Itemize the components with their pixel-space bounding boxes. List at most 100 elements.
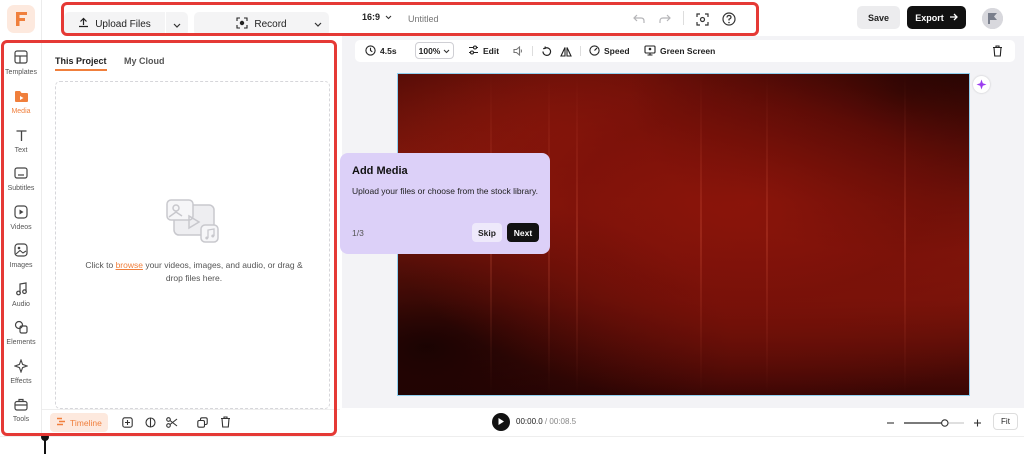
rail-item-label: Tools	[12, 416, 30, 423]
timeline-zoom-control	[886, 416, 986, 428]
rail-item-videos[interactable]: Videos	[0, 203, 42, 239]
skip-button[interactable]: Skip	[472, 223, 502, 242]
rail-item-label: Elements	[6, 339, 36, 346]
rail-item-label: Media	[11, 108, 31, 115]
duration-value: 4.5s	[380, 46, 397, 56]
help-icon[interactable]	[720, 10, 738, 28]
record-button[interactable]: Record	[194, 12, 329, 36]
current-time: 00:00.0	[516, 417, 543, 426]
text-icon	[12, 126, 30, 144]
media-dropzone[interactable]: Click to browse your videos, images, and…	[55, 81, 330, 409]
timeline-icon	[56, 417, 66, 428]
upload-files-label: Upload Files	[95, 18, 151, 30]
split-icon[interactable]	[143, 415, 157, 429]
arrow-right-icon	[949, 13, 958, 23]
sliders-icon	[468, 45, 479, 57]
videos-icon	[12, 203, 30, 221]
aspect-ratio-selector[interactable]: 16:9	[362, 12, 392, 22]
redo-icon[interactable]	[656, 10, 674, 28]
rail-item-label: Text	[14, 147, 28, 154]
effects-icon	[12, 357, 30, 375]
record-label: Record	[254, 18, 287, 30]
chevron-down-icon	[314, 19, 322, 30]
browse-link[interactable]: browse	[116, 260, 143, 270]
chevron-down-icon	[173, 15, 181, 33]
rail-item-audio[interactable]: Audio	[0, 280, 42, 316]
undo-icon[interactable]	[630, 10, 648, 28]
duration-control[interactable]: 4.5s	[365, 44, 397, 58]
zoom-value: 100%	[418, 45, 441, 56]
rail-item-subtitles[interactable]: Subtitles	[0, 164, 42, 200]
scissors-icon[interactable]	[165, 415, 179, 429]
rail-item-images[interactable]: Images	[0, 241, 42, 277]
zoom-slider-handle[interactable]	[941, 419, 949, 427]
delete-icon[interactable]	[218, 415, 232, 429]
project-title-input[interactable]	[408, 11, 588, 27]
add-clip-icon[interactable]	[120, 415, 134, 429]
toolbar-divider	[683, 11, 684, 25]
dropzone-text-start: Click to	[85, 260, 116, 270]
chevron-down-icon	[443, 46, 450, 56]
upload-icon	[78, 17, 89, 31]
tooltip-body: Upload your files or choose from the sto…	[352, 186, 538, 196]
tools-icon	[12, 395, 30, 413]
editor-root: Templates Media Text Subtitles Videos Im…	[0, 0, 1024, 454]
upload-files-button[interactable]: Upload Files	[64, 12, 165, 36]
clock-icon	[365, 44, 376, 58]
tab-my-cloud[interactable]: My Cloud	[124, 56, 165, 66]
volume-icon[interactable]	[513, 44, 524, 58]
screenshot-icon[interactable]	[693, 10, 711, 28]
rail-item-templates[interactable]: Templates	[0, 48, 42, 84]
toolbar-divider	[532, 46, 533, 56]
toolbar-divider	[580, 46, 581, 56]
chevron-down-icon	[385, 12, 392, 22]
total-time: 00:08.5	[549, 417, 577, 426]
flexclip-logo-icon[interactable]	[7, 5, 35, 33]
play-icon	[497, 413, 505, 431]
edit-label: Edit	[483, 46, 500, 56]
avatar[interactable]	[982, 8, 1003, 29]
zoom-select[interactable]: 100%	[415, 42, 454, 59]
timeline-area[interactable]	[0, 436, 1024, 454]
elements-icon	[12, 318, 30, 336]
edit-button[interactable]: Edit	[468, 44, 499, 58]
save-button[interactable]: Save	[857, 6, 900, 29]
green-screen-icon	[644, 44, 656, 58]
next-button[interactable]: Next	[507, 223, 539, 242]
rail-item-media[interactable]: Media	[0, 87, 42, 123]
zoom-in-icon[interactable]	[974, 419, 981, 427]
flip-icon[interactable]	[560, 44, 572, 58]
play-button[interactable]	[492, 413, 510, 431]
playback-time: 00:00.0 / 00:08.5	[516, 417, 576, 426]
timeline-toggle-button[interactable]: Timeline	[50, 413, 108, 432]
rail-item-effects[interactable]: Effects	[0, 357, 42, 393]
ai-magic-icon[interactable]	[973, 76, 990, 93]
audio-icon	[12, 280, 30, 298]
green-screen-label: Green Screen	[660, 46, 716, 56]
rail-item-elements[interactable]: Elements	[0, 318, 42, 354]
green-screen-button[interactable]: Green Screen	[644, 44, 715, 58]
rail-item-label: Effects	[10, 378, 32, 385]
timeline-label: Timeline	[70, 417, 102, 428]
playhead-handle[interactable]	[41, 433, 49, 441]
trash-icon[interactable]	[992, 44, 1003, 58]
rail-item-label: Templates	[5, 69, 37, 76]
speed-button[interactable]: Speed	[589, 44, 630, 58]
rotate-icon[interactable]	[541, 44, 552, 58]
dropzone-instructions: Click to browse your videos, images, and…	[78, 259, 310, 285]
upload-options-dropdown[interactable]	[166, 12, 188, 36]
templates-icon	[12, 48, 30, 66]
left-rail: Templates Media Text Subtitles Videos Im…	[0, 0, 42, 454]
rail-item-text[interactable]: Text	[0, 126, 42, 162]
tooltip-title: Add Media	[352, 165, 408, 177]
rail-item-label: Audio	[12, 301, 30, 308]
fit-button[interactable]: Fit	[993, 413, 1018, 430]
media-upload-illustration-icon	[164, 197, 222, 252]
tab-this-project[interactable]: This Project	[55, 56, 107, 71]
duplicate-icon[interactable]	[195, 415, 209, 429]
export-button[interactable]: Export	[907, 6, 966, 29]
clip-toolbar: 4.5s 100% Edit Speed Green Screen	[355, 40, 1015, 62]
rail-item-label: Subtitles	[7, 185, 35, 192]
rail-item-label: Images	[9, 262, 33, 269]
rail-item-tools[interactable]: Tools	[0, 395, 42, 431]
